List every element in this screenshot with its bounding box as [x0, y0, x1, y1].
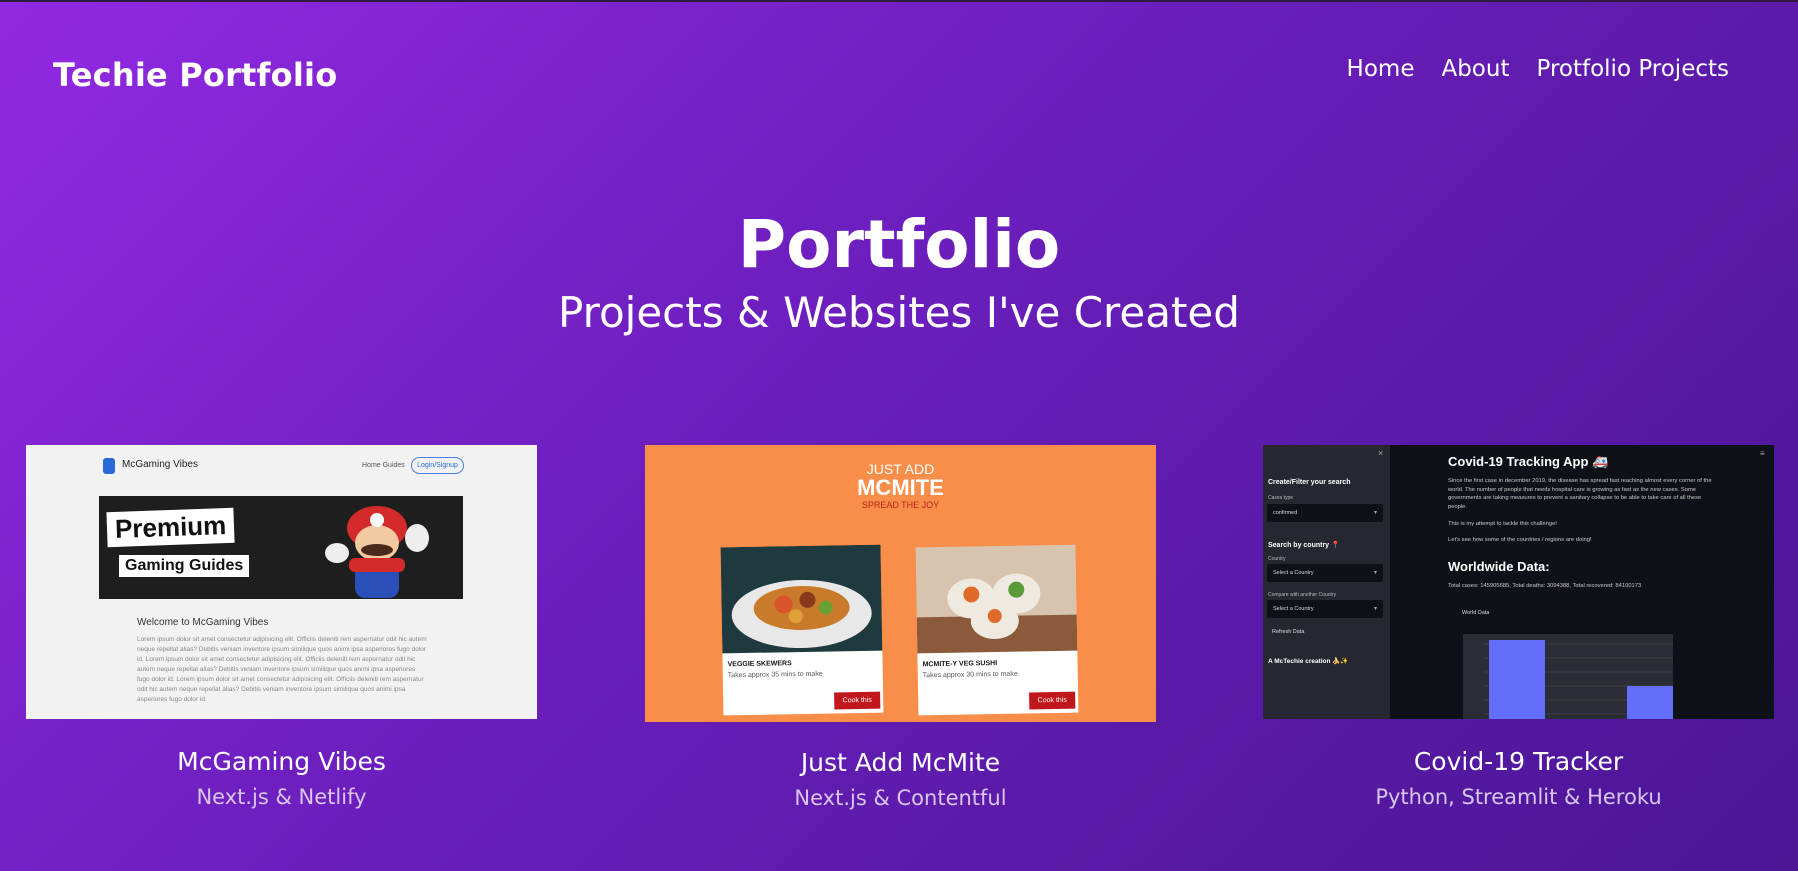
recipe-card-sushi: MCMITE-Y VEG SUSHI Takes approx 30 mins … [915, 544, 1079, 718]
banner-premium-label: Premium [106, 507, 235, 548]
preview-totals: Total cases: 145905685, Total deaths: 30… [1448, 583, 1642, 589]
page-subtitle: Projects & Websites I've Created [558, 288, 1240, 337]
preview-app-title: Covid-19 Tracking App 🚑 [1448, 454, 1609, 469]
bar-chart-preview [1463, 634, 1673, 719]
preview-nav-links: Home Guides [362, 462, 405, 469]
refresh-button: Refresh Data [1272, 629, 1305, 635]
brand-logo[interactable]: Techie Portfolio [53, 56, 337, 94]
preview-welcome-heading: Welcome to McGaming Vibes [137, 617, 269, 628]
cases-label: Cases type [1268, 495, 1294, 501]
recipe-time: Takes approx 35 mins to make [727, 670, 823, 680]
preview-login-button: Login/Signup [411, 457, 464, 474]
recipe-name: MCMITE-Y VEG SUSHI [922, 660, 998, 669]
preview-sidebar: × Create/Filter your search Cases type c… [1263, 445, 1390, 719]
project-card-mcmite[interactable]: JUST ADD MCMITE SPREAD THE JOY VEGGIE SK… [645, 445, 1156, 813]
project-card-covid[interactable]: × Create/Filter your search Cases type c… [1263, 445, 1774, 812]
project-thumbnail[interactable]: McGaming Vibes Home Guides Login/Signup … [26, 445, 537, 719]
credit-text: A McTechie creation 🍌✨ [1268, 658, 1349, 665]
recipe-name: VEGGIE SKEWERS [727, 660, 792, 669]
sidebar-heading: Create/Filter your search [1268, 479, 1351, 486]
site-header: Techie Portfolio Home About Protfolio Pr… [0, 0, 1798, 140]
preview-paragraph: Since the first case in december 2019, t… [1448, 478, 1712, 510]
nav-about-link[interactable]: About [1441, 56, 1509, 82]
banner-guides-label: Gaming Guides [119, 555, 250, 577]
preview-paragraph: Let's see how some of the countries / re… [1448, 537, 1592, 543]
country-heading: Search by country 📍 [1268, 542, 1340, 549]
cook-this-button: Cook this [1029, 691, 1076, 710]
compare-label: Compare with another Country [1268, 592, 1337, 598]
project-card-mcgaming[interactable]: McGaming Vibes Home Guides Login/Signup … [26, 445, 537, 812]
preview-body-text: Lorem ipsum dolor sit amet consectetur a… [137, 636, 427, 703]
nav-home-link[interactable]: Home [1347, 56, 1415, 82]
preview-section-heading: Worldwide Data: [1448, 559, 1550, 574]
recipe-info: MCMITE-Y VEG SUSHI Takes approx 30 mins … [917, 650, 1079, 716]
preview-banner: Premium Gaming Guides [99, 496, 463, 599]
page-title: Portfolio [737, 206, 1061, 283]
hamburger-menu-icon: ≡ [1760, 449, 1765, 458]
cook-this-button: Cook this [834, 691, 881, 710]
project-title[interactable]: McGaming Vibes [26, 746, 537, 778]
preview-slogan: SPREAD THE JOY [861, 500, 940, 510]
preview-paragraph: This is my attempt to tackle this challe… [1448, 521, 1557, 527]
sushi-photo-image [915, 544, 1078, 658]
country-select: Select a Country [1267, 564, 1383, 582]
country-label: Country [1268, 556, 1286, 562]
main-nav: Home About Protfolio Projects [1347, 56, 1729, 82]
cases-select: confirmed [1267, 504, 1383, 522]
recipe-card-skewers: VEGGIE SKEWERS Takes approx 35 mins to m… [720, 544, 884, 718]
project-stack: Next.js & Contentful [794, 786, 1007, 810]
compare-select: Select a Country [1267, 600, 1383, 618]
project-title[interactable]: Covid-19 Tracker [1263, 746, 1774, 778]
mario-figure-image [325, 506, 429, 598]
preview-site-name: McGaming Vibes [122, 459, 198, 470]
chart-title: World Data [1462, 610, 1490, 616]
close-icon: × [1378, 448, 1384, 458]
nav-projects-link[interactable]: Protfolio Projects [1536, 56, 1729, 82]
project-title[interactable]: Just Add McMite [645, 747, 1156, 779]
project-thumbnail[interactable]: JUST ADD MCMITE SPREAD THE JOY VEGGIE SK… [645, 445, 1156, 722]
skewers-photo-image [720, 544, 883, 658]
recipe-time: Takes approx 30 mins to make [922, 670, 1018, 680]
project-stack: Next.js & Netlify [196, 785, 367, 809]
recipe-info: VEGGIE SKEWERS Takes approx 35 mins to m… [722, 650, 884, 716]
project-stack: Python, Streamlit & Heroku [1375, 785, 1662, 809]
hero: Portfolio Projects & Websites I've Creat… [0, 205, 1798, 343]
site-logo-icon [103, 458, 115, 474]
project-thumbnail[interactable]: × Create/Filter your search Cases type c… [1263, 445, 1774, 719]
preview-brand-name: MCMITE [857, 475, 944, 500]
